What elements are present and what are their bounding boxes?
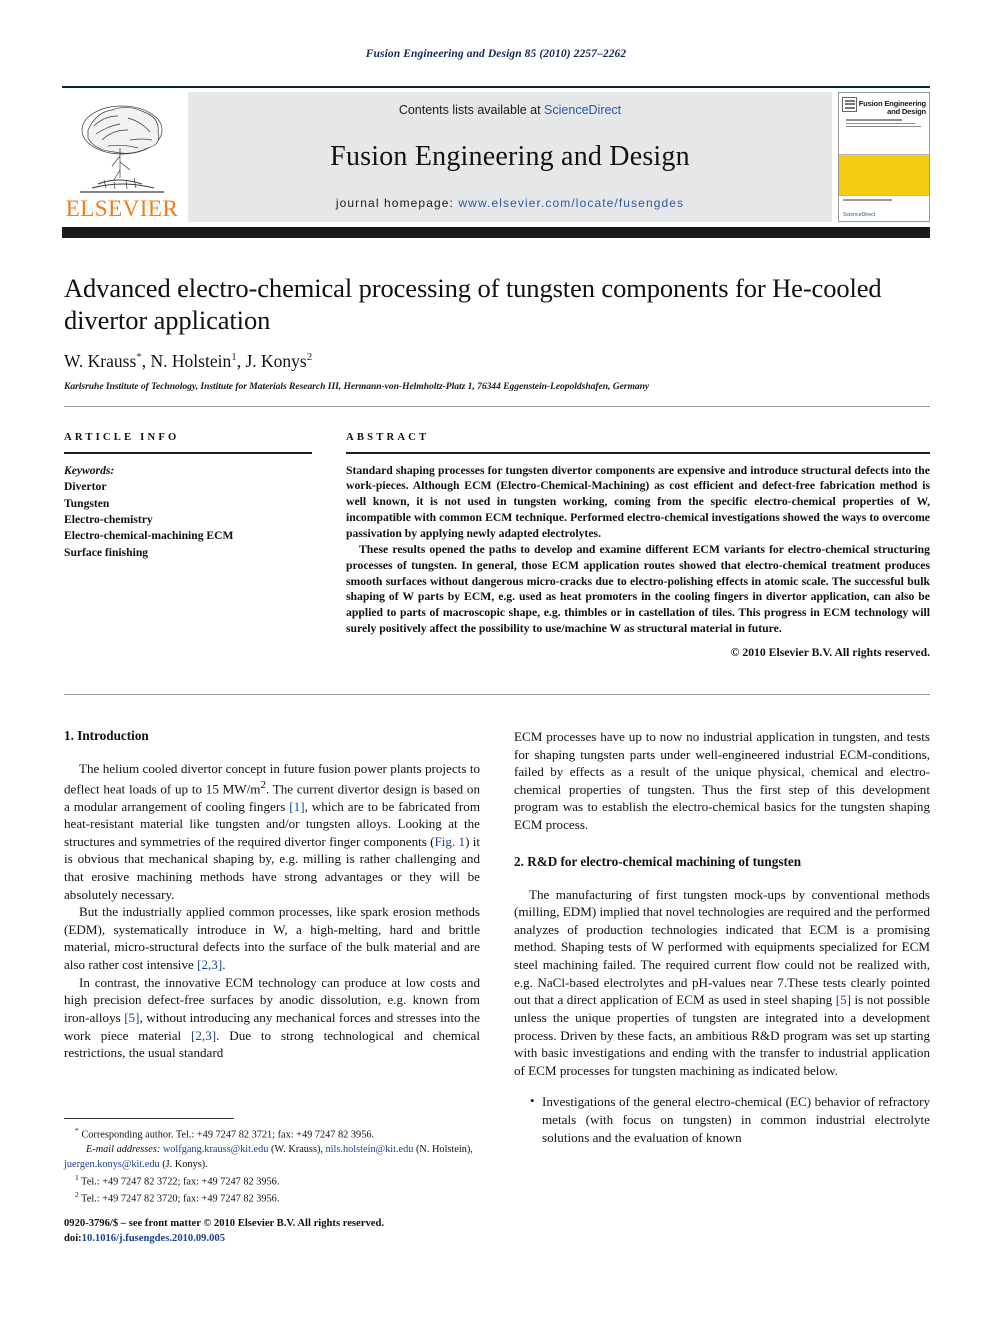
email-link-1[interactable]: wolfgang.krauss@kit.edu: [163, 1144, 269, 1155]
abstract-copyright: © 2010 Elsevier B.V. All rights reserved…: [730, 645, 930, 659]
elsevier-logo: ELSEVIER: [62, 92, 182, 222]
author-3-footnote-marker[interactable]: 2: [307, 351, 313, 363]
cover-title-line2: and Design: [887, 107, 926, 117]
paper-page: Fusion Engineering and Design 85 (2010) …: [0, 0, 992, 1323]
citation-ref-2-3-b[interactable]: [2,3]: [191, 1028, 216, 1043]
keyword-item: Divertor: [64, 480, 107, 494]
cover-elsevier-icon: [842, 97, 857, 112]
keyword-item: Surface finishing: [64, 545, 149, 559]
cover-header: Fusion Engineering and Design: [839, 93, 929, 155]
cover-sciencedirect-label: ScienceDirect: [843, 211, 875, 218]
intro-p2-part-a: But the industrially applied common proc…: [64, 904, 480, 973]
intro-paragraph-1: The helium cooled divertor concept in fu…: [64, 760, 480, 903]
abstract-paragraph: These results opened the paths to develo…: [346, 542, 930, 636]
email-owner-1: (W. Krauss),: [268, 1144, 326, 1156]
masthead-bottom-bar: [62, 227, 930, 238]
cover-subtitle-lines: [846, 119, 926, 128]
citation-ref-5[interactable]: [5]: [124, 1010, 139, 1025]
cover-footer: ScienceDirect: [839, 195, 929, 221]
article-info-heading: ARTICLE INFO: [64, 432, 180, 443]
elsevier-wordmark: ELSEVIER: [65, 196, 179, 221]
doi-prefix: doi:: [64, 1233, 82, 1245]
author-3: , J. Konys: [236, 350, 307, 371]
abstract-column: ABSTRACT Standard shaping processes for …: [346, 432, 930, 659]
body-columns: 1. Introduction The helium cooled divert…: [64, 728, 930, 1146]
keyword-item: Electro-chemistry: [64, 512, 153, 526]
citation-ref-5-b[interactable]: [5]: [836, 992, 851, 1007]
footnote-corresponding-text: Corresponding author. Tel.: +49 7247 82 …: [78, 1129, 375, 1141]
journal-homepage-line: journal homepage: www.elsevier.com/locat…: [336, 196, 684, 210]
rd-paragraph-1: The manufacturing of first tungsten mock…: [514, 886, 930, 1080]
citation-ref-2-3[interactable]: [2,3]: [197, 957, 222, 972]
article-info-column: ARTICLE INFO Keywords: Divertor Tungsten…: [64, 432, 312, 659]
masthead-top-rule: [62, 86, 930, 88]
author-list: W. Krauss*, N. Holstein1, J. Konys2: [64, 351, 930, 372]
doi-link[interactable]: 10.1016/j.fusengdes.2010.09.005: [82, 1233, 225, 1244]
abstract-divider: [64, 694, 930, 695]
footnote-tel-1: 1 Tel.: +49 7247 82 3722; fax: +49 7247 …: [64, 1173, 480, 1190]
footnote-corresponding-author: * Corresponding author. Tel.: +49 7247 8…: [64, 1126, 480, 1143]
page-title: Advanced electro-chemical processing of …: [64, 273, 882, 336]
figure-ref-1[interactable]: Fig. 1: [435, 834, 466, 849]
list-item: Investigations of the general electro-ch…: [530, 1092, 930, 1146]
author-1: W. Krauss: [64, 350, 137, 371]
footnote-emails: E-mail addresses: wolfgang.krauss@kit.ed…: [64, 1143, 480, 1173]
intro-paragraph-3: In contrast, the innovative ECM technolo…: [64, 974, 480, 1062]
article-info-rule: [64, 452, 312, 454]
intro-p2-part-b: .: [222, 957, 226, 973]
left-column: 1. Introduction The helium cooled divert…: [64, 728, 480, 1146]
email-addresses-label: E-mail addresses:: [86, 1144, 161, 1156]
keywords-label: Keywords:: [64, 463, 115, 477]
email-link-2[interactable]: nils.holstein@kit.edu: [326, 1144, 414, 1155]
abstract-rule-line: [346, 452, 930, 454]
email-link-3[interactable]: juergen.konys@kit.edu: [64, 1159, 160, 1170]
keyword-item: Tungsten: [64, 496, 110, 510]
footnote-tel-1-text: Tel.: +49 7247 82 3722; fax: +49 7247 82…: [78, 1176, 280, 1188]
right-paragraph-1: ECM processes have up to now no industri…: [514, 729, 930, 833]
footnotes-block: * Corresponding author. Tel.: +49 7247 8…: [64, 1126, 480, 1207]
cover-yellow-panel: [839, 155, 929, 195]
email-owner-3: (J. Konys).: [159, 1159, 208, 1171]
title-block: Advanced electro-chemical processing of …: [64, 272, 930, 392]
title-divider: [64, 406, 930, 407]
doi-line: doi:10.1016/j.fusengdes.2010.09.005: [64, 1231, 534, 1246]
contents-available-line: Contents lists available at ScienceDirec…: [399, 103, 621, 117]
footnote-tel-2-text: Tel.: +49 7247 82 3720; fax: +49 7247 82…: [78, 1193, 280, 1205]
elsevier-tree-icon: [80, 105, 164, 193]
homepage-prefix: journal homepage:: [335, 196, 459, 210]
footnote-divider: [64, 1118, 234, 1119]
info-abstract-section: ARTICLE INFO Keywords: Divertor Tungsten…: [64, 432, 930, 659]
contents-prefix: Contents lists available at: [398, 103, 545, 117]
sciencedirect-link[interactable]: ScienceDirect: [544, 103, 621, 117]
rd-p1-part-a: The manufacturing of first tungsten mock…: [514, 886, 930, 1008]
email-owner-2: (N. Holstein),: [413, 1144, 473, 1156]
journal-cover-thumbnail[interactable]: Fusion Engineering and Design ScienceDire…: [838, 92, 930, 222]
abstract-heading: ABSTRACT: [346, 432, 430, 443]
footnote-tel-2: 2 Tel.: +49 7247 82 3720; fax: +49 7247 …: [64, 1190, 480, 1207]
journal-homepage-link[interactable]: www.elsevier.com/locate/fusengdes: [458, 196, 684, 210]
section-heading-introduction: 1. Introduction: [64, 728, 149, 743]
issn-footer: 0920-3796/$ – see front matter © 2010 El…: [64, 1216, 534, 1247]
journal-masthead: ELSEVIER Contents lists available at Sci…: [62, 86, 930, 238]
author-2: , N. Holstein: [141, 350, 232, 371]
right-column: ECM processes have up to now no industri…: [514, 728, 930, 1146]
journal-title: Fusion Engineering and Design: [330, 140, 690, 172]
affiliation: Karlsruhe Institute of Technology, Insti…: [64, 380, 650, 392]
intro-paragraph-2: But the industrially applied common proc…: [64, 903, 480, 973]
citation-ref-1[interactable]: [1]: [289, 799, 304, 814]
keyword-item: Electro-chemical-machining ECM: [64, 529, 234, 543]
journal-banner: Contents lists available at ScienceDirec…: [188, 92, 832, 222]
section-heading-rd: 2. R&D for electro-chemical machining of…: [514, 853, 802, 869]
rd-bullet-list: Investigations of the general electro-ch…: [514, 1092, 930, 1146]
issn-line: 0920-3796/$ – see front matter © 2010 El…: [64, 1218, 384, 1229]
cover-journal-title: Fusion Engineering and Design: [858, 99, 926, 117]
cover-footer-line: [843, 199, 893, 201]
abstract-paragraph: Standard shaping processes for tungsten …: [346, 463, 930, 540]
running-head: Fusion Engineering and Design 85 (2010) …: [365, 48, 627, 60]
